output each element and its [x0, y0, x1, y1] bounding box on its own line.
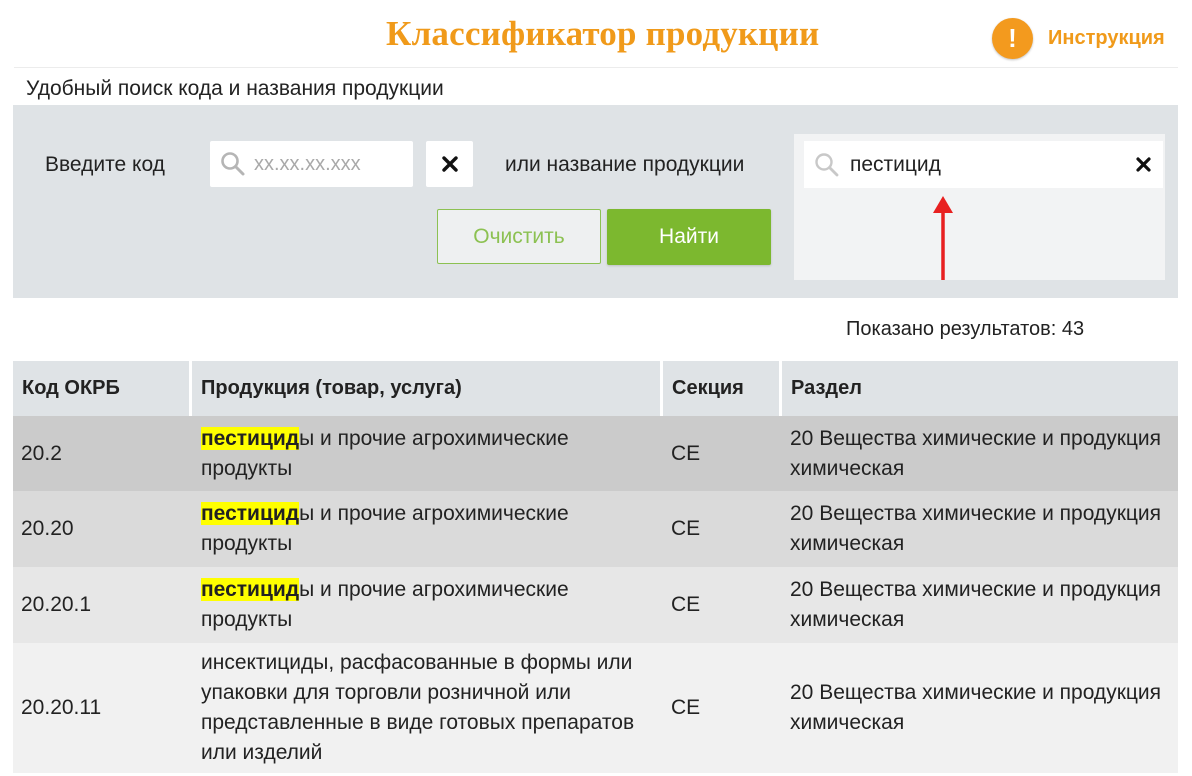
cell-section: CE [663, 567, 782, 643]
cell-product: пестициды и прочие агрохимические продук… [192, 416, 663, 491]
code-clear-button[interactable] [426, 141, 473, 187]
cell-code: 20.20.11 [13, 643, 192, 773]
table-row[interactable]: 20.20 пестициды и прочие агрохимические … [13, 491, 1178, 567]
name-field[interactable] [804, 141, 1163, 188]
header: Классификатор продукции ! Инструкция [0, 0, 1192, 68]
table-header-row: Код ОКРБ Продукция (товар, услуга) Секци… [13, 361, 1178, 416]
page-subtitle: Удобный поиск кода и названия продукции [26, 77, 444, 100]
search-icon [815, 153, 839, 177]
search-highlight: пестицид [201, 578, 300, 601]
name-label: или название продукции [505, 153, 745, 176]
page-title: Классификатор продукции [386, 14, 820, 53]
results-count: Показано результатов: 43 [846, 318, 1085, 340]
code-label: Введите код [45, 153, 165, 176]
cell-code: 20.2 [13, 416, 192, 491]
search-panel: Введите код или название продукции Очист… [13, 105, 1178, 298]
cell-division: 20 Вещества химические и продукция химич… [782, 643, 1178, 773]
cell-code: 20.20.1 [13, 567, 192, 643]
cell-division: 20 Вещества химические и продукция химич… [782, 491, 1178, 567]
exclamation-circle-icon[interactable]: ! [992, 18, 1033, 59]
cell-product: пестициды и прочие агрохимические продук… [192, 567, 663, 643]
close-icon[interactable] [1135, 156, 1151, 172]
column-header-division: Раздел [782, 361, 1178, 416]
close-icon[interactable] [441, 156, 458, 172]
red-arrow-annotation [933, 196, 953, 280]
column-header-section: Секция [663, 361, 782, 416]
cell-section: CE [663, 416, 782, 491]
table-row[interactable]: 20.2 пестициды и прочие агрохимические п… [13, 416, 1178, 491]
column-header-code: Код ОКРБ [13, 361, 192, 416]
results-table: Код ОКРБ Продукция (товар, услуга) Секци… [13, 361, 1178, 773]
code-input[interactable] [254, 149, 404, 179]
instruction-label[interactable]: Инструкция [1048, 27, 1165, 50]
code-field[interactable] [210, 141, 413, 187]
name-input[interactable] [850, 149, 1120, 181]
name-search-area [794, 134, 1165, 280]
cell-code: 20.20 [13, 491, 192, 567]
cell-product: инсектициды, расфасованные в формы или у… [192, 643, 663, 773]
cell-section: CE [663, 643, 782, 773]
cell-division: 20 Вещества химические и продукция химич… [782, 416, 1178, 491]
header-divider [14, 67, 1178, 68]
search-highlight: пестицид [201, 426, 300, 450]
cell-section: CE [663, 491, 782, 567]
product-text: инсектициды, расфасованные в формы или у… [201, 651, 635, 764]
search-highlight: пестицид [201, 502, 300, 525]
table-row[interactable]: 20.20.1 пестициды и прочие агрохимически… [13, 567, 1178, 643]
cell-division: 20 Вещества химические и продукция химич… [782, 567, 1178, 643]
search-icon [221, 152, 245, 176]
table-row[interactable]: 20.20.11 инсектициды, расфасованные в фо… [13, 643, 1178, 773]
clear-button[interactable]: Очистить [437, 209, 601, 264]
find-button[interactable]: Найти [607, 209, 771, 265]
column-header-product: Продукция (товар, услуга) [192, 361, 663, 416]
cell-product: пестициды и прочие агрохимические продук… [192, 491, 663, 567]
instruction-link[interactable]: ! Инструкция [992, 18, 1165, 59]
name-clear-button[interactable] [1132, 153, 1154, 175]
